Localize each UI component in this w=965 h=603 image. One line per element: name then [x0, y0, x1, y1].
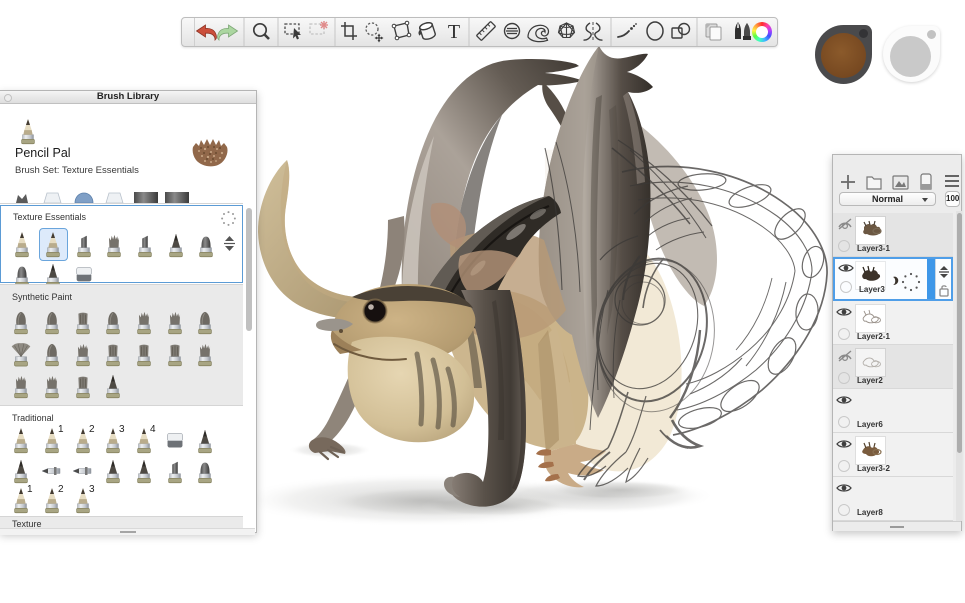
svg-text:T: T	[448, 21, 460, 43]
